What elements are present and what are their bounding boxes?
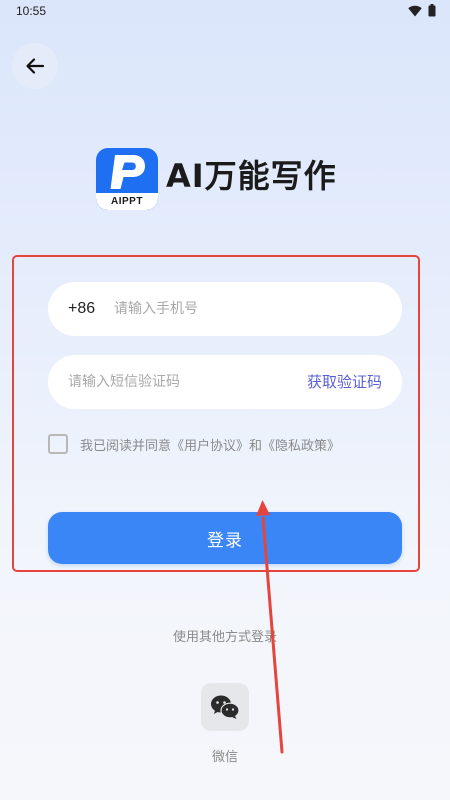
phone-input[interactable]: [114, 282, 384, 336]
login-button[interactable]: 登录: [48, 512, 402, 564]
wechat-label: 微信: [211, 750, 238, 765]
wechat-icon: [211, 695, 240, 719]
country-code[interactable]: +86: [68, 282, 95, 336]
other-login-label: 使用其他方式登录: [172, 630, 277, 645]
sms-code-input[interactable]: [68, 355, 288, 409]
back-button[interactable]: [12, 43, 58, 89]
status-time: 10:55: [16, 4, 47, 18]
wifi-icon: [408, 5, 422, 16]
logo-tile: AIPPT: [96, 148, 158, 210]
status-bar: 10:55: [0, 0, 450, 22]
phone-field: +86: [48, 282, 402, 336]
app-logo: AIPPT: [96, 148, 158, 210]
battery-icon: [428, 4, 436, 17]
agreement-checkbox[interactable]: [48, 434, 68, 454]
get-code-button[interactable]: 获取验证码: [307, 355, 382, 409]
arrow-left-icon: [26, 58, 45, 74]
sms-code-field: 获取验证码: [48, 355, 402, 409]
agreement-text[interactable]: 我已阅读并同意《用户协议》和《隐私政策》: [80, 435, 340, 454]
status-icons: [408, 4, 436, 17]
agreement-row: 我已阅读并同意《用户协议》和《隐私政策》: [48, 432, 340, 456]
logo-subtitle: AIPPT: [96, 193, 158, 210]
wechat-login-button[interactable]: [201, 683, 249, 731]
p-logo-icon: [110, 155, 145, 189]
app-title: AI万能写作: [166, 157, 337, 195]
